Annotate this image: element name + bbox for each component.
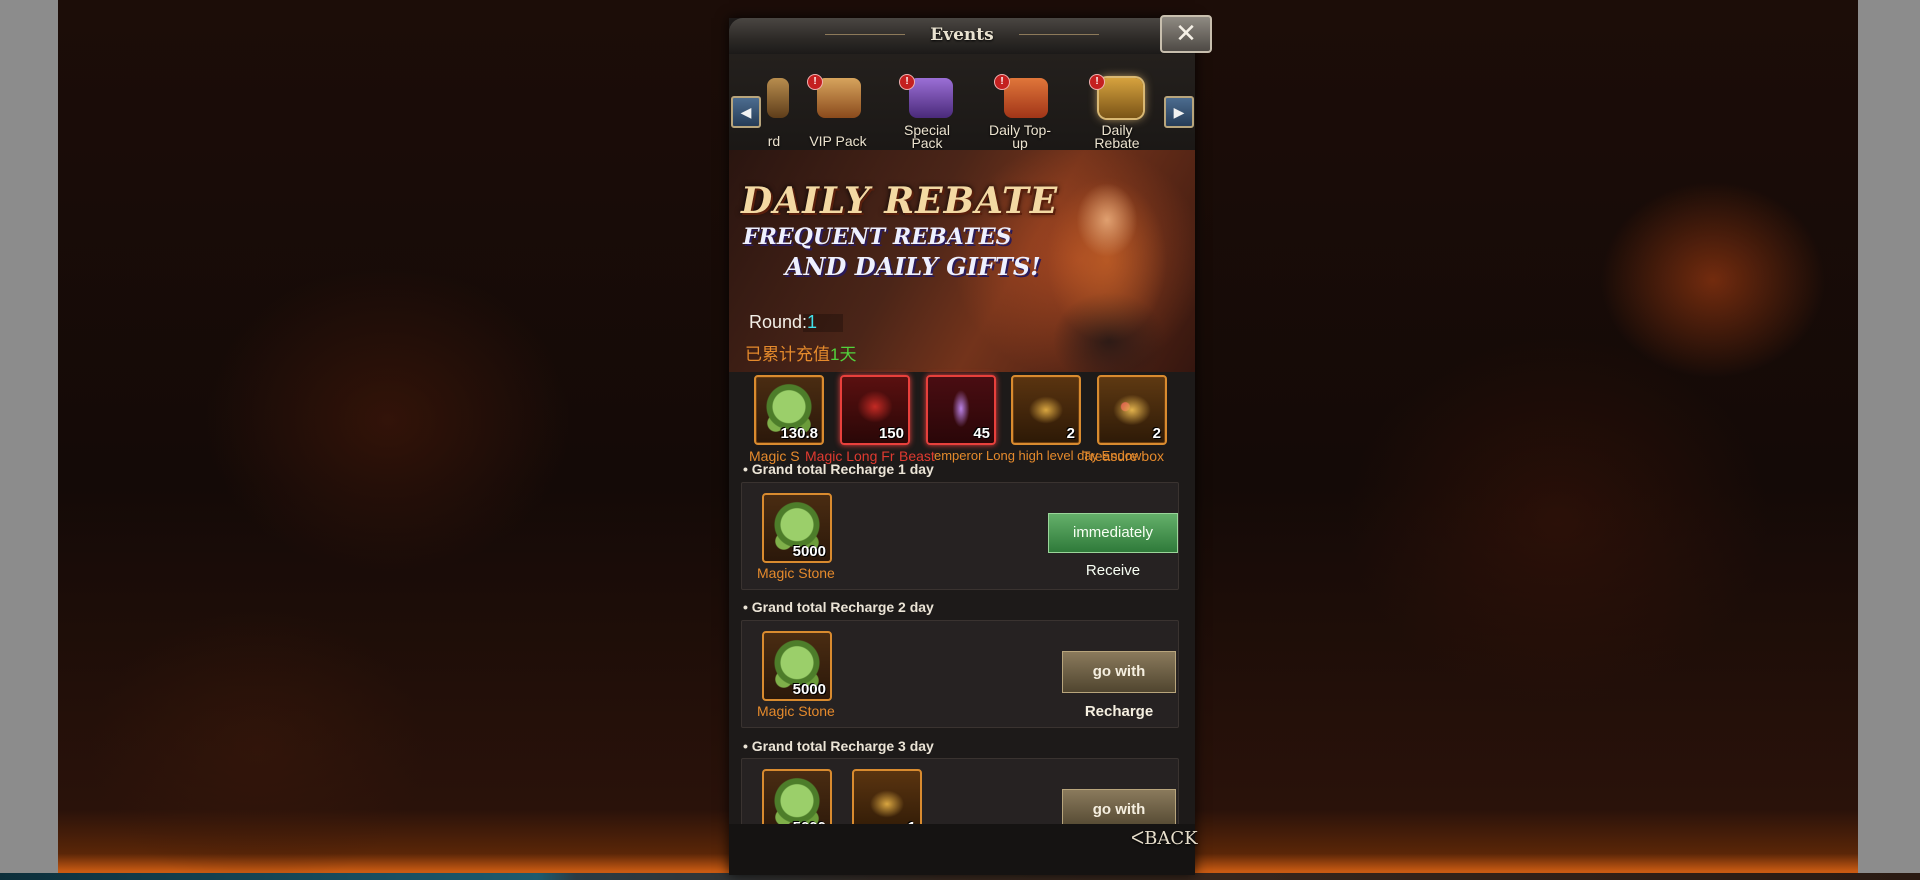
back-button[interactable]: ᐸBACK bbox=[1131, 828, 1198, 849]
events-panel: Events ✕ ◀ rd ! VIP Pack ! Special Pack … bbox=[729, 15, 1212, 875]
reward-item-dragon[interactable]: 150 bbox=[840, 375, 910, 445]
round-label: Round: bbox=[749, 312, 808, 332]
accumulated-label: 已累计充值 bbox=[745, 345, 830, 364]
scroll-content: DAILY REBATE FREQUENT REBATES AND DAILY … bbox=[729, 18, 1195, 824]
tier-heading: • Grand total Recharge 3 day bbox=[743, 738, 934, 754]
reward-name: Treasure box bbox=[1082, 448, 1164, 464]
cumulative-rewards-row: 130.8 150 45 2 2 Magic S Magic Long Fr B… bbox=[729, 372, 1195, 472]
recharge-button[interactable]: go with Recharge bbox=[1062, 651, 1176, 720]
banner-subtitle-1: FREQUENT REBATES bbox=[743, 224, 1012, 250]
daily-rebate-banner: DAILY REBATE FREQUENT REBATES AND DAILY … bbox=[729, 150, 1195, 372]
tier-reward-magic-stone[interactable]: 5000 bbox=[762, 769, 832, 824]
recharge-button[interactable]: go with Recharge bbox=[1062, 789, 1176, 824]
banner-title: DAILY REBATE bbox=[741, 180, 1059, 222]
item-quantity: 2 bbox=[1152, 425, 1161, 442]
receive-button[interactable]: immediately Receive bbox=[1048, 513, 1178, 579]
banner-subtitle-2: AND DAILY GIFTS! bbox=[785, 252, 1041, 281]
tier-heading: • Grand total Recharge 2 day bbox=[743, 599, 934, 615]
item-quantity: 45 bbox=[973, 425, 990, 442]
round-indicator: Round:1 bbox=[749, 312, 817, 333]
accumulated-days: 1天 bbox=[830, 345, 857, 364]
item-quantity: 5000 bbox=[792, 681, 826, 698]
reward-item-chest[interactable]: 2 bbox=[1011, 375, 1081, 445]
item-quantity: 2 bbox=[1066, 425, 1075, 442]
accumulated-recharge: 已累计充值1天 bbox=[745, 340, 856, 365]
tier-heading: • Grand total Recharge 1 day bbox=[743, 461, 934, 477]
reward-item-treasure-box[interactable]: 2 bbox=[1097, 375, 1167, 445]
item-quantity: 130.8 bbox=[780, 425, 818, 442]
item-quantity: 5000 bbox=[792, 543, 826, 560]
footer-bar bbox=[729, 824, 1195, 875]
tier-reward-magic-stone[interactable]: 5000 bbox=[762, 631, 832, 701]
tier-reward-name: Magic Stone bbox=[757, 565, 835, 581]
round-value: 1 bbox=[807, 312, 818, 332]
reward-item-magic-stone[interactable]: 130.8 bbox=[754, 375, 824, 445]
tier-reward-name: Magic Stone bbox=[757, 703, 835, 719]
reward-item-crystal[interactable]: 45 bbox=[926, 375, 996, 445]
tier-card: 5000 Magic Stone go with Recharge bbox=[741, 620, 1179, 728]
tier-card: 5000 1 go with Recharge bbox=[741, 758, 1179, 824]
tier-reward-magic-stone[interactable]: 5000 bbox=[762, 493, 832, 563]
tier-card: 5000 Magic Stone immediately Receive bbox=[741, 482, 1179, 590]
tier-reward-chest[interactable]: 1 bbox=[852, 769, 922, 824]
item-quantity: 150 bbox=[878, 425, 904, 442]
